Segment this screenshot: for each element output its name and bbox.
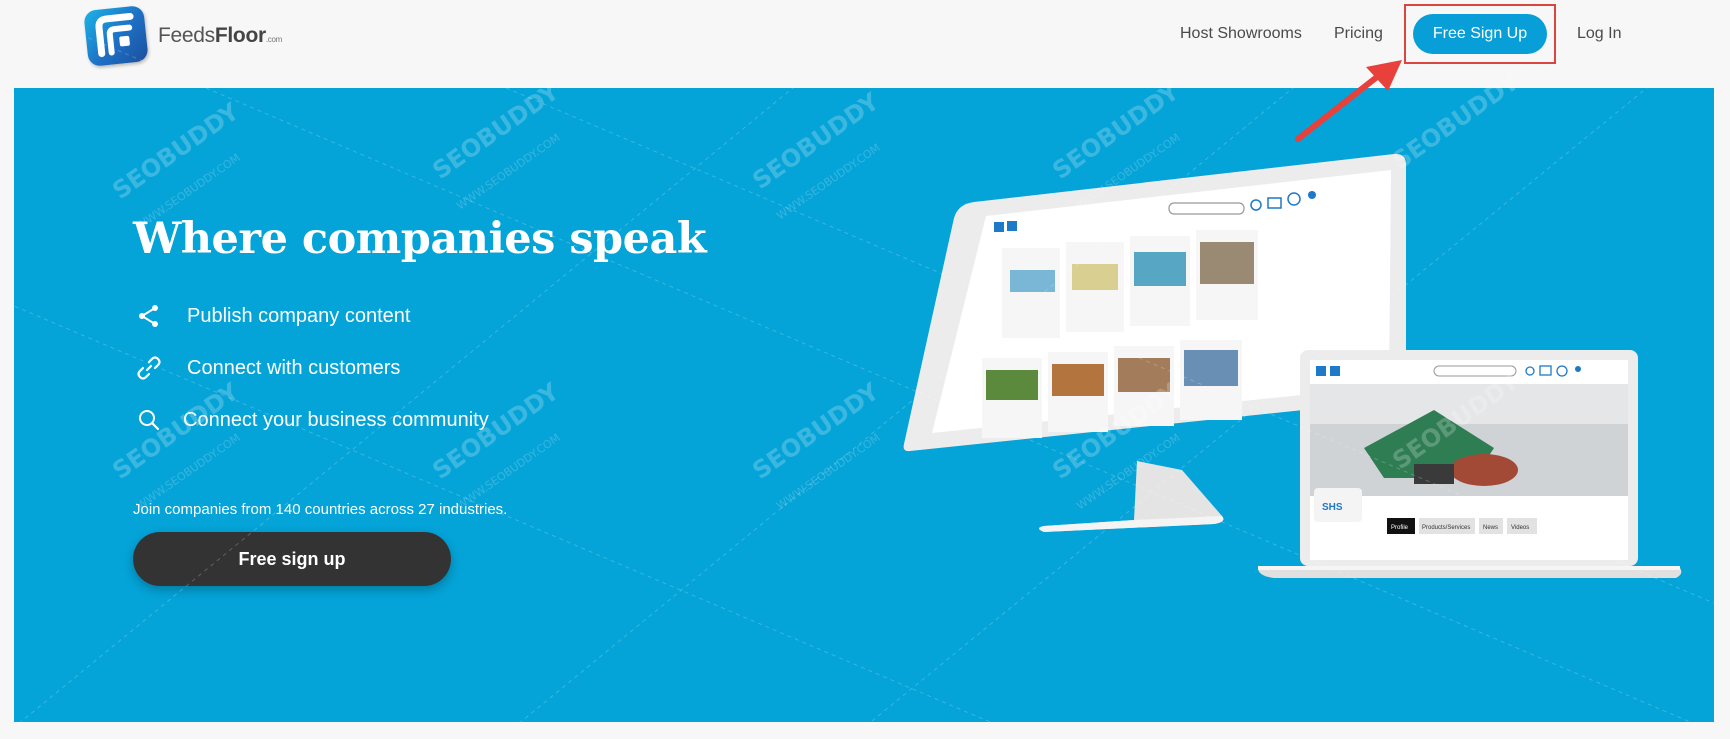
feature-label: Publish company content bbox=[187, 304, 411, 327]
red-arrow-icon bbox=[1295, 60, 1402, 142]
laptop-tab-news: News bbox=[1483, 525, 1498, 531]
share-icon bbox=[133, 300, 165, 332]
join-text: Join companies from 140 countries across… bbox=[133, 501, 508, 518]
page: FeedsFloor.com Host Showrooms Pricing Fr… bbox=[0, 0, 1730, 739]
nav-pricing[interactable]: Pricing bbox=[1334, 25, 1383, 43]
brand-suffix: .com bbox=[265, 35, 283, 44]
free-sign-up-button[interactable]: Free Sign Up bbox=[1413, 14, 1547, 54]
company-badge-text: SHS bbox=[1322, 502, 1343, 513]
hero-section: Where companies speak Publish company co… bbox=[14, 88, 1714, 722]
site-header: FeedsFloor.com Host Showrooms Pricing Fr… bbox=[0, 0, 1730, 88]
link-icon bbox=[133, 352, 165, 384]
nav-log-in[interactable]: Log In bbox=[1577, 25, 1621, 43]
brand-name-regular: Feeds bbox=[158, 24, 215, 47]
feature-label: Connect your business community bbox=[183, 408, 489, 431]
brand-name: FeedsFloor.com bbox=[158, 24, 282, 48]
hero-free-signup-button[interactable]: Free sign up bbox=[133, 532, 451, 586]
search-icon bbox=[133, 404, 165, 436]
nav-host-showrooms[interactable]: Host Showrooms bbox=[1180, 25, 1302, 43]
laptop-tab-videos: Videos bbox=[1511, 525, 1529, 531]
brand-name-bold: Floor bbox=[214, 24, 266, 47]
hero-title: Where companies speak bbox=[133, 214, 707, 264]
feature-connect-community: Connect your business community bbox=[133, 404, 489, 436]
feature-publish: Publish company content bbox=[133, 300, 410, 332]
feature-connect-customers: Connect with customers bbox=[133, 352, 400, 384]
brand-logo[interactable]: FeedsFloor.com bbox=[83, 5, 282, 67]
feedsfloor-logo-icon bbox=[83, 5, 149, 67]
laptop-tab-profile: Profile bbox=[1391, 525, 1409, 531]
feature-label: Connect with customers bbox=[187, 356, 401, 379]
laptop bbox=[1258, 350, 1682, 578]
laptop-tab-products: Products/Services bbox=[1422, 525, 1470, 531]
devices-illustration: SHS Profile Products/Services News Video… bbox=[903, 153, 1682, 578]
